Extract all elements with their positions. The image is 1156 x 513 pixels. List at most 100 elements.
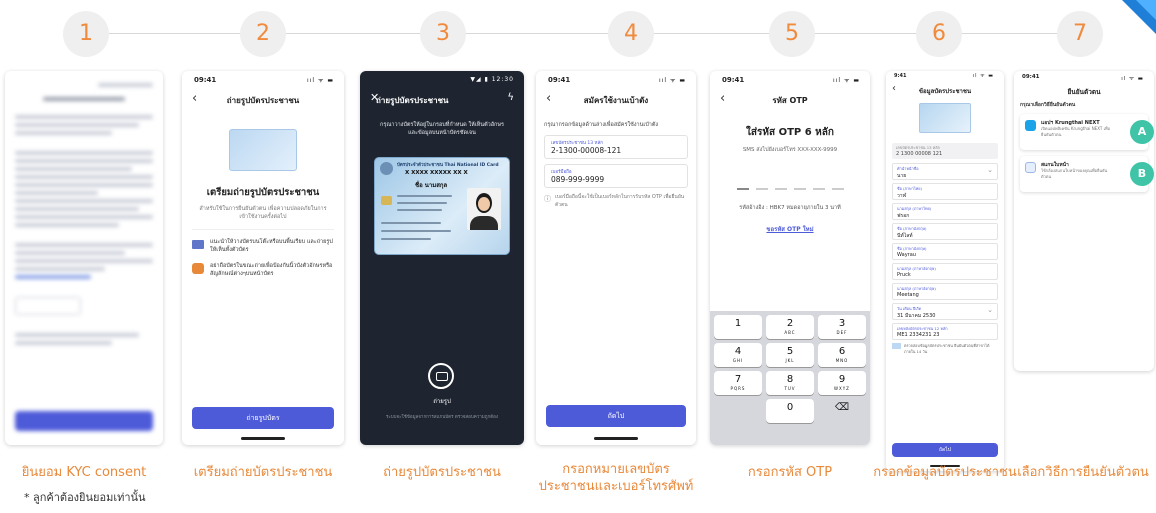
keypad-key[interactable]: 9 WXYZ [818, 371, 866, 395]
shutter-label: ถ่ายรูป [433, 398, 451, 405]
form-field[interactable]: เลขหลังบัตรประชาชน 12 หลัก ME1 2334231 23 [892, 323, 998, 340]
take-id-photo-button[interactable]: ถ่ายรูปบัตร [192, 407, 334, 429]
shutter-button[interactable] [428, 363, 454, 389]
step-number: 7 [1057, 11, 1103, 57]
key-letters: DEF [836, 330, 848, 335]
screen-title: รหัส OTP [772, 96, 808, 105]
option-krungthai-next[interactable]: แอปฯ Krungthai NEXT เปิดแอปพลิเคชัน Krun… [1020, 114, 1154, 150]
step-number: 2 [240, 11, 286, 57]
step-connector [962, 33, 1057, 34]
field-label: เบอร์มือถือ [551, 170, 572, 175]
status-bar: ▼◢ ▮ 12:30 [470, 76, 514, 83]
option-badge-b: B [1130, 162, 1154, 186]
caption-line: กรอกหมายเลขบัตร [562, 462, 670, 477]
option-desc: ใช้กล้องสแกนใบหน้าของคุณเพื่อยืนยันตัวตน [1041, 168, 1108, 179]
field-value: ME1 2334231 23 [897, 332, 940, 338]
id-form-fields: คำนำหน้าชื่อ นาย ⌄ ชื่อ (ภาษาไทย) วาฬ นามสกุล… [886, 163, 1004, 340]
phone-screen-verify-method: 09:41 ıl ᯤ ▬ ยืนยันตัวตน กรุณาเลือกวิธียื… [1014, 71, 1154, 371]
face-scan-icon [1025, 162, 1036, 173]
camera-icon [436, 372, 448, 381]
keypad-key[interactable]: 0 [766, 399, 814, 423]
keypad-key[interactable]: 3 DEF [818, 315, 866, 339]
otp-ref-text: รหัสอ้างอิง : HBK7 หมดอายุภายใน 3 นาที [739, 205, 841, 211]
option-face-scan[interactable]: สแกนใบหน้า ใช้กล้องสแกนใบหน้าของคุณเพื่อ… [1020, 156, 1154, 192]
form-field[interactable]: ชื่อ (ภาษาอังกฤษ) นีท์ไลท์ [892, 223, 998, 240]
id-card-image [919, 103, 971, 133]
prepare-description: สำหรับใช้ในการยืนยันตัวตน เพื่อความปลอดภ… [199, 206, 327, 220]
key-letters: TUV [784, 386, 796, 391]
caption-line: ประชาชนและเบอร์โทรศัพท์ [538, 479, 694, 494]
step-number: 1 [63, 11, 109, 57]
tip-text: อย่าถือบัตรในขณะถ่ายเพื่อป้องกันนิ้วบังต… [210, 263, 333, 277]
option-badge-a: A [1130, 120, 1154, 144]
footer-note-text: ตรวจสอบข้อมูลบัตรประชาชน ยืนยันตัวตนที่ส… [904, 343, 990, 354]
key-digit: 1 [734, 318, 742, 329]
field-value: นาย [897, 173, 907, 179]
field-value: 31 มีนาคม 2530 [897, 313, 936, 319]
step-caption: กรอกข้อมูลบัตรประชาชน [873, 465, 1017, 480]
footer-note: ตรวจสอบข้อมูลบัตรประชาชน ยืนยันตัวตนที่ส… [892, 343, 998, 354]
step-number: 6 [916, 11, 962, 57]
card-number: X XXXX XXXXX XX X [405, 170, 468, 176]
keypad-key[interactable]: 5 JKL [766, 343, 814, 367]
screen-title: ถ่ายรูปบัตรประชาชน [376, 96, 449, 105]
form-field[interactable]: ชื่อ (ภาษาอังกฤษ) Wayrau [892, 243, 998, 260]
otp-input[interactable] [710, 188, 870, 190]
nav-bar: ‹ ถ่ายรูปบัตรประชาชน [182, 89, 344, 111]
resend-otp-link[interactable]: ขอรหัส OTP ใหม่ [710, 224, 870, 234]
form-field[interactable]: นามสกุล (ภาษาอังกฤษ) Pruck [892, 263, 998, 280]
step-number: 3 [420, 11, 466, 57]
chevron-down-icon: ⌄ [987, 166, 993, 174]
option-desc: เปิดแอปพลิเคชัน Krungthai NEXT เพื่อยืนย… [1041, 126, 1110, 137]
field-value: ฟรอก [897, 213, 910, 219]
backspace-key-icon[interactable]: ⌫ [818, 399, 866, 423]
keypad-key[interactable]: 4 GHI [714, 343, 762, 367]
keypad-key[interactable]: 6 MNO [818, 343, 866, 367]
card-chip-icon [381, 196, 392, 205]
keypad-key[interactable]: 8 TUV [766, 371, 814, 395]
phone-number-field[interactable]: เบอร์มือถือ 089-999-9999 [544, 164, 688, 188]
consent-accept-button[interactable] [15, 411, 153, 431]
form-field[interactable]: นามสกุล (ภาษาไทย) ฟรอก [892, 203, 998, 220]
form-field[interactable]: ชื่อ (ภาษาไทย) วาฬ [892, 183, 998, 200]
field-value: 089-999-9999 [551, 175, 605, 184]
keypad-key[interactable]: 2 ABC [766, 315, 814, 339]
id-number-field[interactable]: เลขบัตรประชาชน 13 หลัก 2-1300-00008-121 [544, 135, 688, 159]
flash-icon[interactable]: ϟ [507, 92, 514, 103]
keypad-key[interactable]: 1 [714, 315, 762, 339]
keypad-key[interactable]: 7 PQRS [714, 371, 762, 395]
status-bar: 09:41 ııl ᯤ ▬ [194, 76, 334, 84]
key-letters: ABC [784, 330, 796, 335]
step-caption: กรอกรหัส OTP [747, 465, 833, 480]
next-button[interactable]: ถัดไป [892, 443, 998, 457]
screen-title: ยืนยันตัวตน [1067, 88, 1101, 96]
next-button[interactable]: ถัดไป [546, 405, 686, 427]
form-field[interactable]: คำนำหน้าชื่อ นาย ⌄ [892, 163, 998, 180]
step-caption: เลือกวิธีการยืนยันตัวตน [1017, 465, 1149, 480]
screen-title: ถ่ายรูปบัตรประชาชน [226, 96, 300, 105]
key-digit: ⌫ [834, 402, 850, 413]
home-indicator [594, 437, 638, 440]
id-card-illustration-icon [229, 129, 297, 171]
numeric-keypad: 1 2 ABC 3 DEF 4 GHI 5 JKL 6 MNO 7 PQRS 8 TUV 9 WXYZ 0 ⌫ [710, 311, 870, 445]
key-digit: 7 [734, 374, 742, 385]
step-connector [654, 33, 769, 34]
key-digit: 6 [838, 346, 846, 357]
nav-bar: ‹ สมัครใช้งานเบ้าตัง [536, 89, 696, 111]
key-letters: WXYZ [834, 386, 850, 391]
field-value: นีท์ไลท์ [897, 233, 913, 239]
form-field[interactable]: วัน เดือน ปีเกิด 31 มีนาคม 2530 ⌄ [892, 303, 998, 320]
key-digit: 0 [786, 402, 794, 413]
key-digit: 2 [786, 318, 794, 329]
phone-screen-consent [5, 71, 163, 445]
prepare-heading: เตรียมถ่ายรูปบัตรประชาชน [206, 187, 320, 198]
form-field[interactable]: นามสกุล (ภาษาอังกฤษ) Meetang [892, 283, 998, 300]
key-digit: 9 [838, 374, 846, 385]
key-digit: 3 [838, 318, 846, 329]
otp-sent-text: SMS ส่งไปยังเบอร์โทร XXX-XXX-9999 [742, 147, 838, 153]
card-seal-icon [380, 162, 393, 175]
status-bar: 9:41 ıl ᯤ ▬ [894, 73, 994, 79]
tip-text: แนะนำให้วางบัตรบนโต๊ะหรือบนพื้นเรียบ และ… [210, 239, 333, 253]
id-number-readonly: เลขบัตรประชาชน 13 หลัก 2 1300 00008 121 [892, 143, 998, 159]
step-caption: ถ่ายรูปบัตรประชาชน [383, 465, 501, 480]
